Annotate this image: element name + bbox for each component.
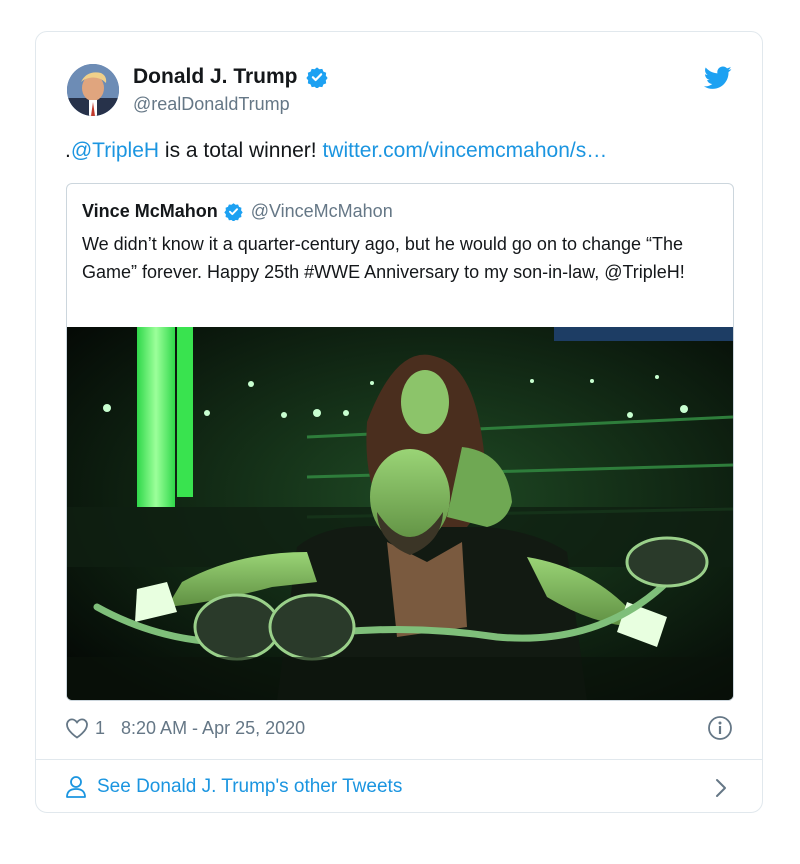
verified-badge-icon (224, 203, 243, 221)
see-other-tweets-label[interactable]: See Donald J. Trump's other Tweets (97, 776, 402, 798)
see-other-tweets-link[interactable]: See Donald J. Trump's other Tweets (65, 772, 402, 802)
tweet-timestamp[interactable]: 8:20 AM - Apr 25, 2020 (121, 718, 305, 739)
quoted-header: Vince McMahon @VinceMcMahon (82, 201, 393, 222)
avatar-portrait (67, 64, 119, 116)
twitter-bird-icon[interactable] (704, 66, 732, 90)
author-handle[interactable]: @realDonaldTrump (133, 94, 290, 115)
tweet-text: .@TripleH is a total winner! twitter.com… (65, 139, 607, 163)
author-name-row: Donald J. Trump (133, 65, 328, 89)
tweet-url-link[interactable]: twitter.com/vincemcmahon/s… (322, 139, 607, 162)
wrestler-on-motorcycle-photo (67, 327, 733, 700)
tweet-body: is a total winner! (159, 139, 323, 162)
quoted-text: We didn’t know it a quarter-century ago,… (82, 234, 685, 282)
like-count[interactable]: 1 (95, 718, 105, 739)
quoted-media-photo[interactable] (67, 327, 733, 700)
mention-link[interactable]: @TripleH (71, 139, 159, 162)
heart-icon[interactable] (65, 717, 89, 739)
chevron-right-icon[interactable] (714, 777, 728, 799)
footer-divider (36, 759, 762, 760)
verified-badge-icon (305, 67, 328, 88)
person-icon (66, 776, 86, 798)
author-name[interactable]: Donald J. Trump (133, 65, 298, 89)
embedded-tweet-card: Donald J. Trump @realDonaldTrump .@Tripl… (35, 31, 763, 813)
tweet-meta: 1 8:20 AM - Apr 25, 2020 (65, 715, 305, 741)
quoted-author-handle[interactable]: @VinceMcMahon (251, 201, 393, 222)
avatar[interactable] (67, 64, 119, 116)
info-icon[interactable] (707, 715, 733, 741)
quoted-tweet[interactable]: Vince McMahon @VinceMcMahon We didn’t kn… (66, 183, 734, 701)
quoted-author-name[interactable]: Vince McMahon (82, 201, 218, 222)
